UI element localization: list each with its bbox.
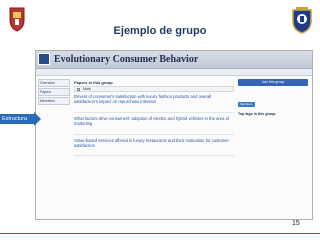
callout-arrow-icon (34, 112, 41, 126)
join-group-button[interactable]: Join this group (238, 79, 308, 86)
sidebar: Overview Papers Members (38, 79, 70, 106)
app-header: Evolutionary Consumer Behavior (36, 51, 312, 69)
papers-heading: Papers in this group (74, 80, 113, 85)
mark-button[interactable]: Mark (83, 87, 91, 91)
papers-toolbar: Mark (74, 86, 234, 92)
papers-list: Papers in this group Mark Drivers of con… (74, 79, 234, 219)
right-panel: Join this group Members Top tags in this… (238, 79, 310, 117)
site-logo-icon[interactable] (38, 53, 50, 65)
nav-bar (36, 69, 312, 76)
group-title: Evolutionary Consumer Behavior (54, 54, 199, 65)
paper-title-link[interactable]: What factors drive consumers' adoption o… (74, 116, 234, 126)
paper-title-link[interactable]: Drivers of consumer's satisfaction with … (74, 94, 234, 104)
tags-heading: Top tags in this group (238, 112, 276, 116)
sidebar-item-papers[interactable]: Papers (38, 88, 70, 96)
list-item: Value-based services offered in luxury r… (74, 138, 234, 157)
group-page-screenshot: Evolutionary Consumer Behavior Overview … (35, 50, 313, 220)
members-panel: Members Top tags in this group (238, 92, 310, 117)
page-number: 15 (292, 220, 300, 227)
members-button[interactable]: Members (238, 102, 255, 107)
sidebar-item-overview[interactable]: Overview (38, 79, 70, 87)
paper-title-link[interactable]: Value-based services offered in luxury r… (74, 138, 234, 148)
slide-title: Ejemplo de grupo (113, 25, 207, 37)
footer-divider (0, 233, 320, 234)
paper-footer (74, 130, 234, 135)
list-item: Drivers of consumer's satisfaction with … (74, 94, 234, 113)
list-item: What factors drive consumers' adoption o… (74, 116, 234, 135)
sidebar-item-members[interactable]: Members (38, 97, 70, 105)
structure-callout: Estructura (0, 114, 36, 124)
select-all-checkbox[interactable] (77, 88, 80, 91)
paper-footer (74, 151, 234, 157)
paper-footer (74, 108, 234, 113)
